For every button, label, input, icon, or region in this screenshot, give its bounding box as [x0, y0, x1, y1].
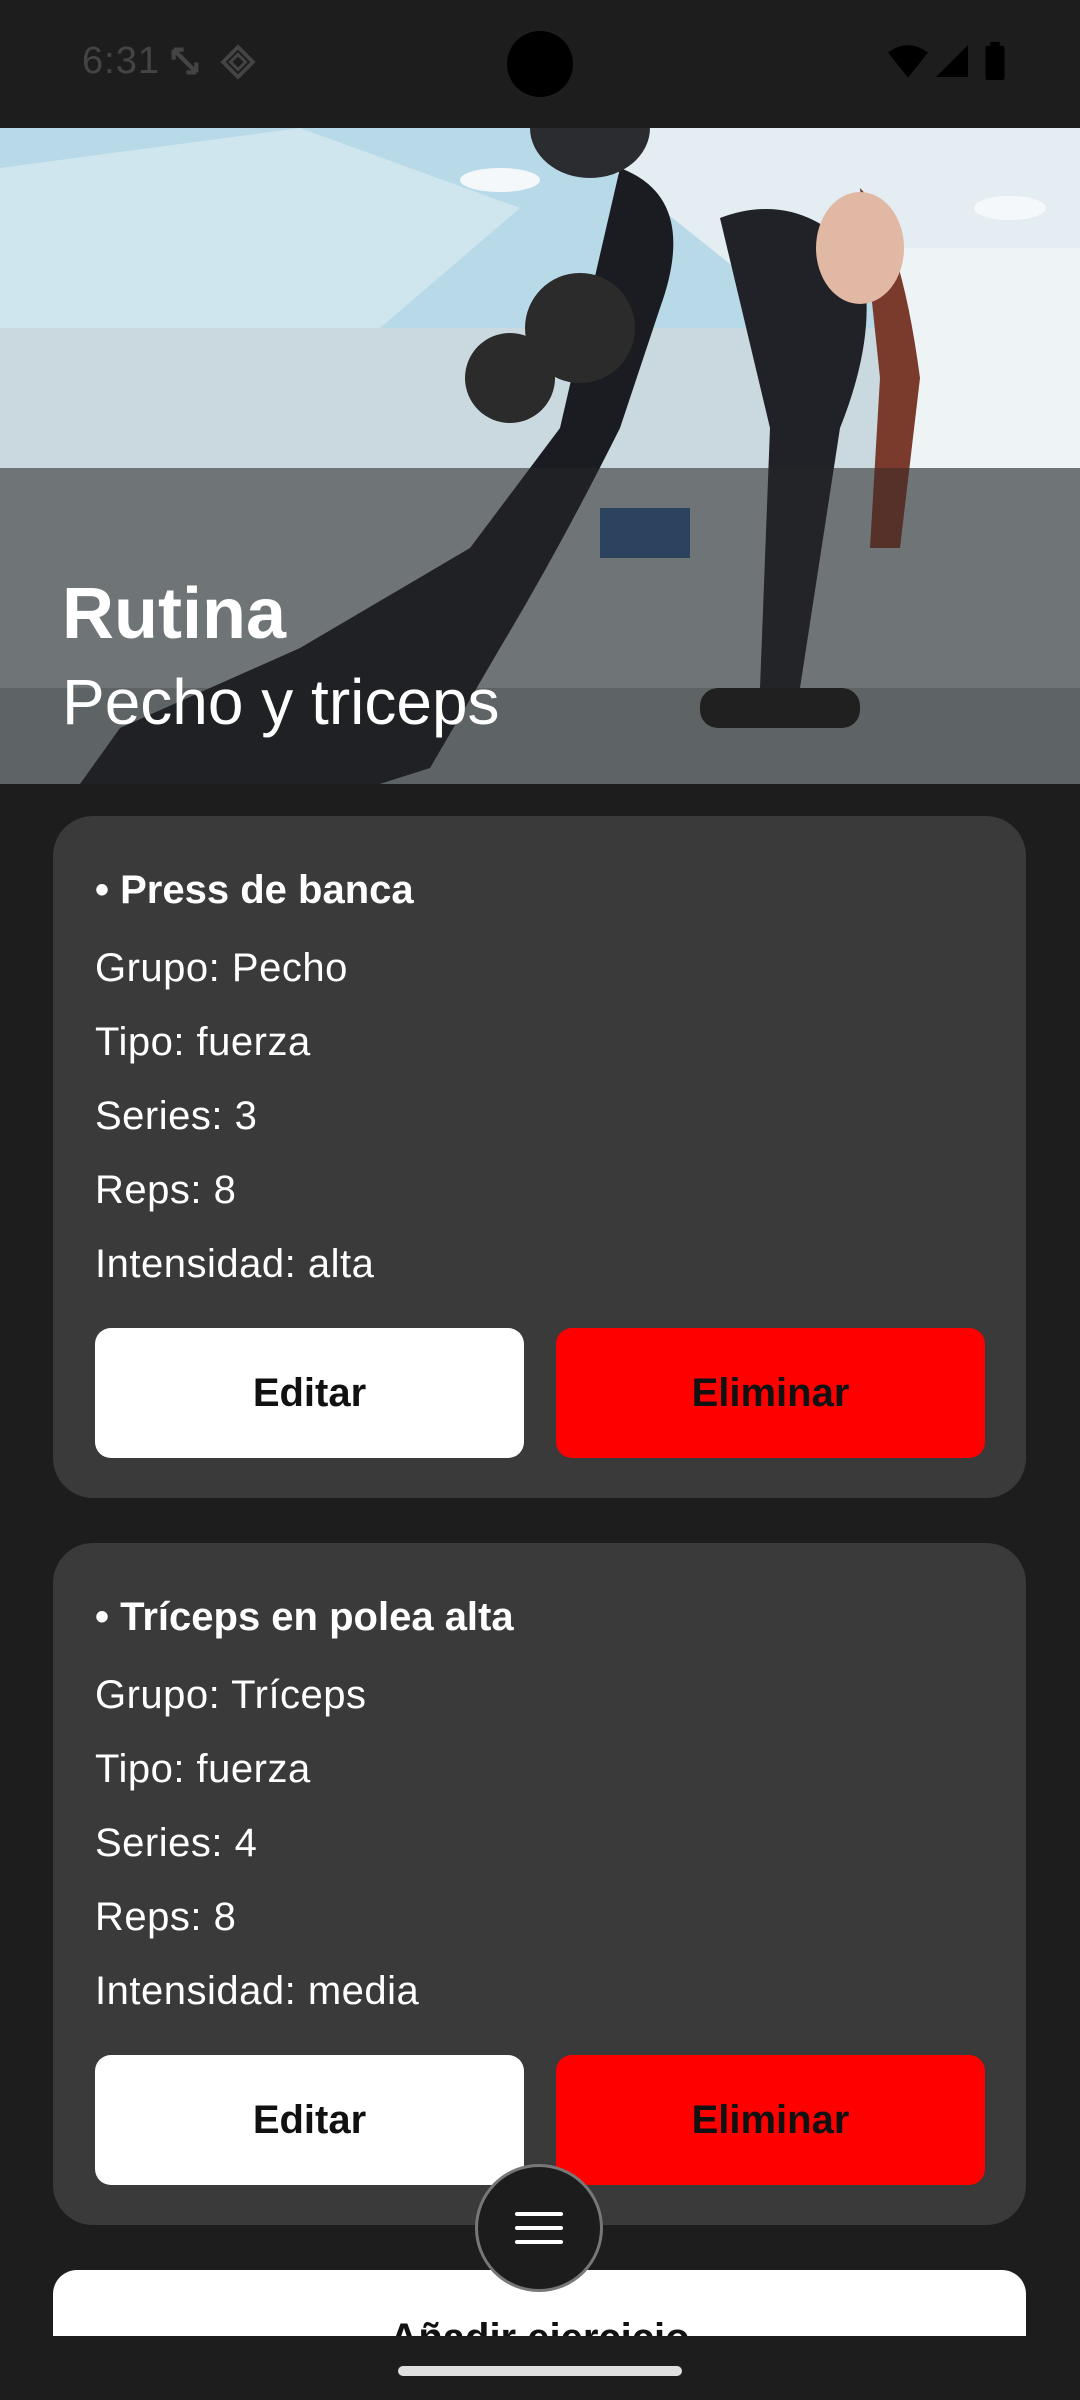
- edit-button[interactable]: Editar: [95, 1328, 524, 1458]
- delete-button[interactable]: Eliminar: [556, 2055, 985, 2185]
- navigation-bar: [0, 2336, 1080, 2400]
- routine-title: Pecho y triceps: [62, 666, 500, 738]
- status-time: 6:31: [82, 40, 160, 82]
- signal-icon: [936, 45, 968, 77]
- exercise-card: • Press de banca Grupo: Pecho Tipo: fuer…: [53, 816, 1026, 1498]
- exercise-name: • Tríceps en polea alta: [95, 1595, 514, 1639]
- status-bar: 6:31: [0, 0, 1080, 128]
- wifi-icon: [888, 45, 928, 78]
- exercise-type: Tipo: fuerza: [95, 1747, 311, 1791]
- exercise-series: Series: 3: [95, 1094, 258, 1138]
- delete-button[interactable]: Eliminar: [556, 1328, 985, 1458]
- routine-label: Rutina: [62, 574, 286, 654]
- exercise-name: • Press de banca: [95, 868, 414, 912]
- screen-rotate-icon: [171, 47, 199, 75]
- exercise-reps: Reps: 8: [95, 1168, 237, 1212]
- edit-button[interactable]: Editar: [95, 2055, 524, 2185]
- home-gesture-handle[interactable]: [398, 2366, 682, 2376]
- battery-icon: [985, 42, 1005, 80]
- exercise-reps: Reps: 8: [95, 1895, 237, 1939]
- exercise-group: Grupo: Pecho: [95, 946, 348, 990]
- menu-icon: [515, 2212, 563, 2244]
- routine-hero-image: Rutina Pecho y triceps: [0, 128, 1080, 784]
- exercise-intensity: Intensidad: media: [95, 1969, 420, 2013]
- exercise-intensity: Intensidad: alta: [95, 1242, 375, 1286]
- front-camera: [507, 31, 573, 97]
- exercise-card: • Tríceps en polea alta Grupo: Tríceps T…: [53, 1543, 1026, 2225]
- menu-fab[interactable]: [475, 2164, 603, 2292]
- exercise-type: Tipo: fuerza: [95, 1020, 311, 1064]
- exercise-series: Series: 4: [95, 1821, 258, 1865]
- exercise-group: Grupo: Tríceps: [95, 1673, 367, 1717]
- vpn-diamond-icon: [220, 44, 256, 80]
